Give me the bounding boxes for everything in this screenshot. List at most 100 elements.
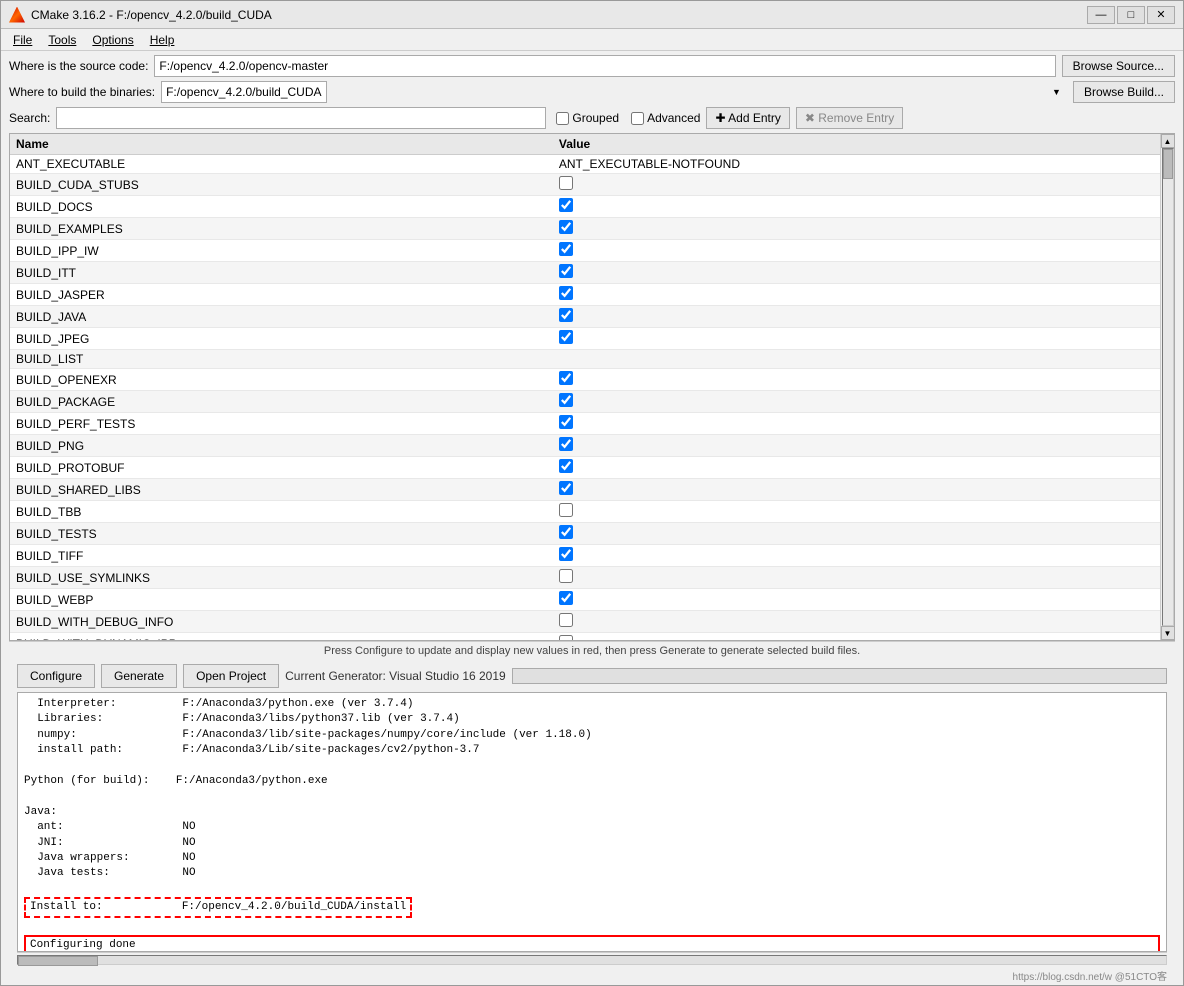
table-checkbox[interactable] [559,371,573,385]
table-cell-value[interactable] [553,328,1160,350]
table-cell-value[interactable] [553,611,1160,633]
table-row[interactable]: BUILD_TIFF [10,545,1160,567]
table-row[interactable]: BUILD_PACKAGE [10,391,1160,413]
vertical-scrollbar[interactable]: ▲ ▼ [1160,134,1174,640]
table-checkbox[interactable] [559,286,573,300]
table-checkbox[interactable] [559,503,573,517]
toolbar: Where is the source code: Browse Source.… [1,51,1183,133]
log-area[interactable]: Interpreter: F:/Anaconda3/python.exe (ve… [17,692,1167,952]
scroll-thumb[interactable] [1163,149,1173,179]
table-row[interactable]: BUILD_JAVA [10,306,1160,328]
source-input[interactable] [154,55,1055,77]
menu-tools[interactable]: Tools [40,31,84,49]
table-checkbox[interactable] [559,176,573,190]
table-cell-value[interactable] [553,306,1160,328]
table-row[interactable]: BUILD_TESTS [10,523,1160,545]
browse-build-button[interactable]: Browse Build... [1073,81,1175,103]
table-checkbox[interactable] [559,547,573,561]
table-cell-value[interactable] [553,369,1160,391]
advanced-checkbox[interactable] [631,112,644,125]
h-scroll-thumb[interactable] [18,956,98,966]
table-checkbox[interactable] [559,220,573,234]
table-cell-value[interactable] [553,262,1160,284]
table-cell-value[interactable] [553,633,1160,641]
table-row[interactable]: BUILD_ITT [10,262,1160,284]
table-checkbox[interactable] [559,308,573,322]
remove-entry-button[interactable]: ✖ Remove Entry [796,107,903,129]
table-checkbox[interactable] [559,525,573,539]
table-checkbox[interactable] [559,481,573,495]
minimize-button[interactable]: — [1087,6,1115,24]
configure-button[interactable]: Configure [17,664,95,688]
table-row[interactable]: BUILD_PERF_TESTS [10,413,1160,435]
table-row[interactable]: BUILD_PNG [10,435,1160,457]
table-checkbox[interactable] [559,198,573,212]
table-cell-value[interactable] [553,457,1160,479]
table-row[interactable]: BUILD_OPENEXR [10,369,1160,391]
table-row[interactable]: BUILD_IPP_IW [10,240,1160,262]
log-line [24,918,1160,933]
table-cell-name: BUILD_PROTOBUF [10,457,553,479]
table-checkbox[interactable] [559,330,573,344]
table-cell-value[interactable] [553,391,1160,413]
table-cell-value[interactable] [553,501,1160,523]
table-checkbox[interactable] [559,613,573,627]
table-row[interactable]: BUILD_JPEG [10,328,1160,350]
table-checkbox[interactable] [559,242,573,256]
table-cell-value[interactable] [553,240,1160,262]
browse-source-button[interactable]: Browse Source... [1062,55,1175,77]
col-value-header: Value [553,134,1160,155]
table-cell-value[interactable] [553,413,1160,435]
table-cell-value[interactable] [553,218,1160,240]
table-cell-value[interactable] [553,545,1160,567]
table-checkbox[interactable] [559,459,573,473]
generate-button[interactable]: Generate [101,664,177,688]
table-cell-value[interactable] [553,523,1160,545]
search-input[interactable] [56,107,546,129]
table-row[interactable]: BUILD_PROTOBUF [10,457,1160,479]
table-row[interactable]: BUILD_SHARED_LIBS [10,479,1160,501]
build-dropdown[interactable]: F:/opencv_4.2.0/build_CUDA [161,81,327,103]
table-row[interactable]: BUILD_WITH_DEBUG_INFO [10,611,1160,633]
advanced-checkbox-label[interactable]: Advanced [631,111,700,125]
close-button[interactable]: ✕ [1147,6,1175,24]
table-row[interactable]: BUILD_TBB [10,501,1160,523]
table-checkbox[interactable] [559,393,573,407]
table-cell-value[interactable] [553,589,1160,611]
menu-help[interactable]: Help [142,31,183,49]
table-row[interactable]: BUILD_CUDA_STUBS [10,174,1160,196]
table-row[interactable]: BUILD_WITH_DYNAMIC_IPP [10,633,1160,641]
menu-options[interactable]: Options [84,31,141,49]
open-project-button[interactable]: Open Project [183,664,279,688]
checkbox-group: Grouped Advanced [556,111,700,125]
table-row[interactable]: ANT_EXECUTABLEANT_EXECUTABLE-NOTFOUND [10,155,1160,174]
table-row[interactable]: BUILD_DOCS [10,196,1160,218]
grouped-checkbox[interactable] [556,112,569,125]
table-cell-value[interactable] [553,284,1160,306]
scroll-down-btn[interactable]: ▼ [1161,626,1175,640]
table-checkbox[interactable] [559,591,573,605]
table-checkbox[interactable] [559,569,573,583]
table-cell-value[interactable] [553,479,1160,501]
table-row[interactable]: BUILD_JASPER [10,284,1160,306]
table-checkbox[interactable] [559,415,573,429]
table-checkbox[interactable] [559,437,573,451]
table-checkbox[interactable] [559,264,573,278]
scroll-up-btn[interactable]: ▲ [1161,134,1175,148]
menu-file[interactable]: File [5,31,40,49]
table-row[interactable]: BUILD_WEBP [10,589,1160,611]
table-cell-value[interactable] [553,174,1160,196]
table-cell-value[interactable] [553,196,1160,218]
table-checkbox[interactable] [559,635,573,640]
table-row[interactable]: BUILD_USE_SYMLINKS [10,567,1160,589]
table-row[interactable]: BUILD_EXAMPLES [10,218,1160,240]
table-scroll[interactable]: Name Value ANT_EXECUTABLEANT_EXECUTABLE-… [10,134,1160,640]
grouped-checkbox-label[interactable]: Grouped [556,111,619,125]
table-cell-value[interactable] [553,435,1160,457]
add-entry-button[interactable]: ✚ Add Entry [706,107,789,129]
maximize-button[interactable]: □ [1117,6,1145,24]
scroll-track[interactable] [1162,148,1174,626]
table-cell-value[interactable] [553,567,1160,589]
table-row[interactable]: BUILD_LIST [10,350,1160,369]
h-scroll-track[interactable] [17,955,1167,965]
